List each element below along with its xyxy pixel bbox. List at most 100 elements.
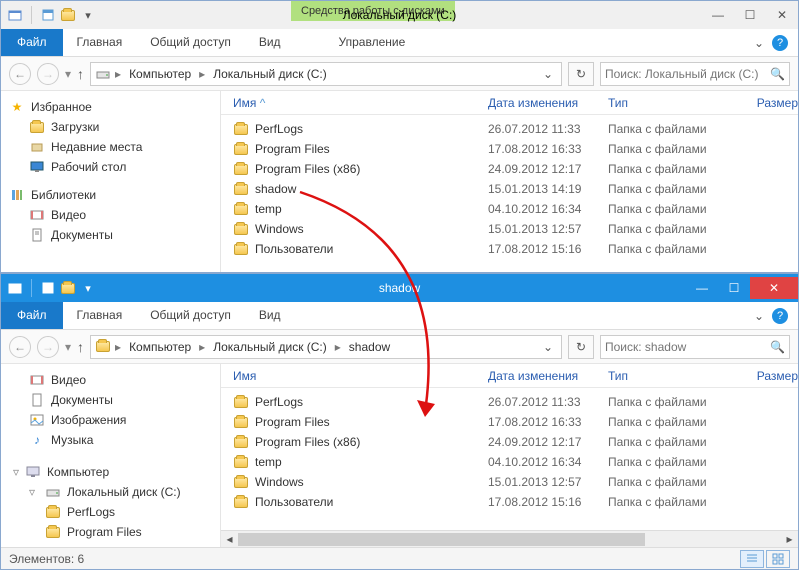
column-date[interactable]: Дата изменения bbox=[488, 369, 608, 383]
up-button[interactable]: ↑ bbox=[77, 66, 84, 82]
sidebar-libraries[interactable]: Библиотеки bbox=[5, 185, 216, 205]
file-row[interactable]: Windows15.01.2013 12:57Папка с файлами bbox=[221, 219, 798, 239]
breadcrumb-drive[interactable]: Локальный диск (C:) bbox=[209, 67, 331, 81]
file-row[interactable]: Windows15.01.2013 12:57Папка с файлами bbox=[221, 472, 798, 492]
system-menu-icon[interactable] bbox=[7, 7, 23, 23]
file-row[interactable]: Пользователи17.08.2012 15:16Папка с файл… bbox=[221, 492, 798, 512]
sidebar-computer[interactable]: ▿Компьютер bbox=[5, 462, 216, 482]
file-type: Папка с файлами bbox=[608, 495, 738, 509]
file-row[interactable]: temp04.10.2012 16:34Папка с файлами bbox=[221, 199, 798, 219]
qat-properties-icon[interactable] bbox=[40, 280, 56, 296]
scroll-right-icon[interactable]: ▸ bbox=[781, 531, 798, 548]
file-row[interactable]: Program Files17.08.2012 16:33Папка с фай… bbox=[221, 139, 798, 159]
sidebar-favorites[interactable]: ★Избранное bbox=[5, 97, 216, 117]
sidebar-item-documents[interactable]: Документы bbox=[5, 225, 216, 245]
qat-newfolder-icon[interactable] bbox=[60, 280, 76, 296]
column-type[interactable]: Тип bbox=[608, 369, 738, 383]
minimize-button[interactable]: — bbox=[702, 4, 734, 26]
file-row[interactable]: PerfLogs26.07.2012 11:33Папка с файлами bbox=[221, 119, 798, 139]
window-title: shadow bbox=[379, 281, 420, 295]
file-row[interactable]: PerfLogs26.07.2012 11:33Папка с файлами bbox=[221, 392, 798, 412]
view-details-button[interactable] bbox=[740, 550, 764, 568]
help-icon[interactable]: ? bbox=[772, 308, 788, 324]
search-icon[interactable]: 🔍 bbox=[770, 340, 785, 354]
sidebar-item-recent[interactable]: Недавние места bbox=[5, 137, 216, 157]
up-button[interactable]: ↑ bbox=[77, 339, 84, 355]
file-row[interactable]: Пользователи17.08.2012 15:16Папка с файл… bbox=[221, 239, 798, 259]
scroll-left-icon[interactable]: ◂ bbox=[221, 531, 238, 548]
address-dropdown-icon[interactable]: ⌄ bbox=[543, 340, 557, 354]
tab-home[interactable]: Главная bbox=[63, 302, 137, 329]
sidebar-item-documents[interactable]: Документы bbox=[5, 390, 216, 410]
maximize-button[interactable]: ☐ bbox=[718, 277, 750, 299]
qat-newfolder-icon[interactable] bbox=[60, 7, 76, 23]
sidebar-item-music[interactable]: ♪Музыка bbox=[5, 430, 216, 450]
column-headers[interactable]: Имя ^ Дата изменения Тип Размер bbox=[221, 91, 798, 115]
scroll-thumb[interactable] bbox=[238, 533, 645, 546]
column-name[interactable]: Имя ^ bbox=[233, 96, 488, 110]
view-icons-button[interactable] bbox=[766, 550, 790, 568]
breadcrumb-computer[interactable]: Компьютер bbox=[125, 340, 195, 354]
tab-view[interactable]: Вид bbox=[245, 302, 295, 329]
tab-view[interactable]: Вид bbox=[245, 29, 295, 56]
qat-properties-icon[interactable] bbox=[40, 7, 56, 23]
column-name[interactable]: Имя bbox=[233, 369, 488, 383]
qat-dropdown-icon[interactable]: ▾ bbox=[80, 280, 96, 296]
sidebar-item-pictures[interactable]: Изображения bbox=[5, 410, 216, 430]
tab-share[interactable]: Общий доступ bbox=[136, 29, 245, 56]
search-box[interactable]: 🔍 bbox=[600, 335, 790, 359]
sidebar-item-videos[interactable]: Видео bbox=[5, 370, 216, 390]
back-button[interactable]: ← bbox=[9, 63, 31, 85]
address-bar[interactable]: ▸ Компьютер ▸ Локальный диск (C:) ⌄ bbox=[90, 62, 562, 86]
sidebar-item-desktop[interactable]: Рабочий стол bbox=[5, 157, 216, 177]
search-box[interactable]: 🔍 bbox=[600, 62, 790, 86]
file-row[interactable]: shadow15.01.2013 14:19Папка с файлами bbox=[221, 179, 798, 199]
column-size[interactable]: Размер bbox=[738, 96, 798, 110]
minimize-button[interactable]: — bbox=[686, 277, 718, 299]
recent-locations-dropdown[interactable]: ▾ bbox=[65, 67, 71, 81]
column-size[interactable]: Размер bbox=[738, 369, 798, 383]
horizontal-scrollbar[interactable]: ◂ ▸ bbox=[221, 530, 798, 547]
tab-share[interactable]: Общий доступ bbox=[136, 302, 245, 329]
file-tab[interactable]: Файл bbox=[1, 29, 63, 56]
search-input[interactable] bbox=[605, 67, 770, 81]
ribbon-expand-icon[interactable]: ⌄ bbox=[754, 36, 764, 50]
breadcrumb-drive[interactable]: Локальный диск (C:) bbox=[209, 340, 331, 354]
qat-dropdown-icon[interactable]: ▾ bbox=[80, 7, 96, 23]
file-row[interactable]: Program Files (x86)24.09.2012 12:17Папка… bbox=[221, 432, 798, 452]
ribbon-expand-icon[interactable]: ⌄ bbox=[754, 309, 764, 323]
breadcrumb-computer[interactable]: Компьютер bbox=[125, 67, 195, 81]
column-type[interactable]: Тип bbox=[608, 96, 738, 110]
tab-home[interactable]: Главная bbox=[63, 29, 137, 56]
file-row[interactable]: Program Files (x86)24.09.2012 12:17Папка… bbox=[221, 159, 798, 179]
close-button[interactable]: ✕ bbox=[766, 4, 798, 26]
file-row[interactable]: temp04.10.2012 16:34Папка с файлами bbox=[221, 452, 798, 472]
tab-manage[interactable]: Управление bbox=[325, 29, 420, 56]
sidebar-item-programfiles[interactable]: Program Files bbox=[5, 522, 216, 542]
recent-locations-dropdown[interactable]: ▾ bbox=[65, 340, 71, 354]
maximize-button[interactable]: ☐ bbox=[734, 4, 766, 26]
address-dropdown-icon[interactable]: ⌄ bbox=[543, 67, 557, 81]
refresh-button[interactable]: ↻ bbox=[568, 335, 594, 359]
forward-button[interactable]: → bbox=[37, 336, 59, 358]
file-row[interactable]: Program Files17.08.2012 16:33Папка с фай… bbox=[221, 412, 798, 432]
file-tab[interactable]: Файл bbox=[1, 302, 63, 329]
search-icon[interactable]: 🔍 bbox=[770, 67, 785, 81]
titlebar[interactable]: ▾ shadow — ☐ ✕ bbox=[1, 274, 798, 302]
sidebar-item-videos[interactable]: Видео bbox=[5, 205, 216, 225]
back-button[interactable]: ← bbox=[9, 336, 31, 358]
address-bar[interactable]: ▸ Компьютер ▸ Локальный диск (C:) ▸ shad… bbox=[90, 335, 562, 359]
column-headers[interactable]: Имя Дата изменения Тип Размер bbox=[221, 364, 798, 388]
system-menu-icon[interactable] bbox=[7, 280, 23, 296]
sidebar-item-downloads[interactable]: Загрузки bbox=[5, 117, 216, 137]
sidebar-item-perflogs[interactable]: PerfLogs bbox=[5, 502, 216, 522]
close-button[interactable]: ✕ bbox=[750, 277, 798, 299]
column-date[interactable]: Дата изменения bbox=[488, 96, 608, 110]
forward-button[interactable]: → bbox=[37, 63, 59, 85]
search-input[interactable] bbox=[605, 340, 770, 354]
help-icon[interactable]: ? bbox=[772, 35, 788, 51]
titlebar[interactable]: ▾ Средства работы с дисками Локальный ди… bbox=[1, 1, 798, 29]
refresh-button[interactable]: ↻ bbox=[568, 62, 594, 86]
breadcrumb-folder[interactable]: shadow bbox=[345, 340, 394, 354]
sidebar-item-local-disk[interactable]: ▿Локальный диск (C:) bbox=[5, 482, 216, 502]
